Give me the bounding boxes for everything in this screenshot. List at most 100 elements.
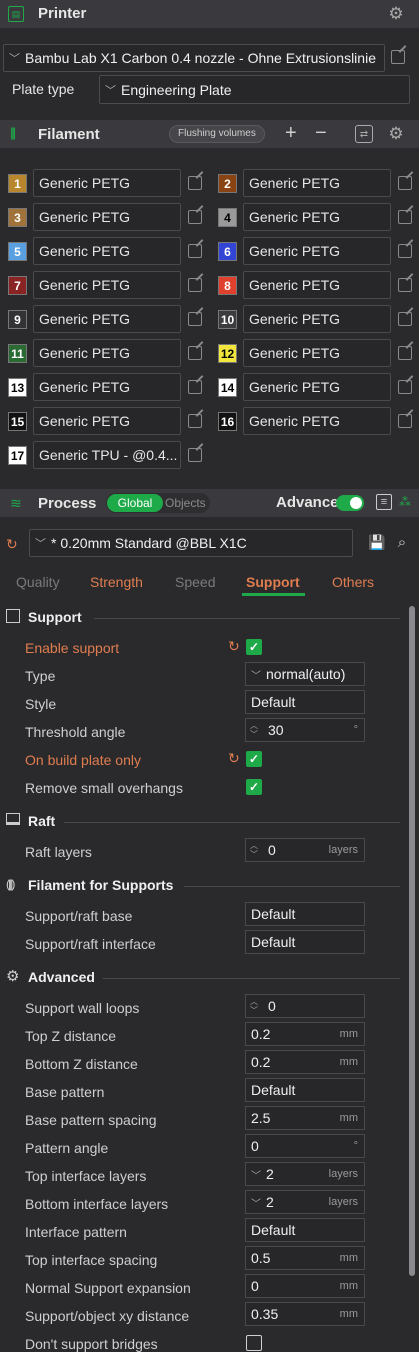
pattern-angle-input[interactable]: 0 ° <box>245 1134 365 1158</box>
enable-support-checkbox[interactable]: ✓ <box>246 639 262 655</box>
filament-slot-number[interactable]: 7 <box>8 276 27 295</box>
stepper-icon[interactable]: ︿ ﹀ <box>250 841 258 859</box>
build-plate-only-checkbox[interactable]: ✓ <box>246 751 262 767</box>
gear-icon[interactable]: ⚙ <box>386 4 406 24</box>
filament-slot-number[interactable]: 9 <box>8 310 27 329</box>
filament-select[interactable]: Generic PETG <box>33 203 181 231</box>
filament-select[interactable]: Generic PETG <box>243 305 391 333</box>
filament-select[interactable]: Generic PETG <box>33 373 181 401</box>
compare-icon[interactable]: ⁂ <box>397 494 413 510</box>
bottom-interface-layers-select[interactable]: ﹀ 2 layers <box>245 1190 365 1214</box>
filament-select[interactable]: Generic PETG <box>33 339 181 367</box>
edit-printer-icon[interactable] <box>391 50 405 64</box>
remove-small-overhangs-checkbox[interactable]: ✓ <box>246 779 262 795</box>
add-filament-button[interactable]: + <box>285 122 297 145</box>
tab-strength[interactable]: Strength <box>90 574 143 590</box>
edit-filament-icon[interactable] <box>188 380 202 394</box>
process-preset-select[interactable]: ﹀ * 0.20mm Standard @BBL X1C <box>29 529 353 557</box>
global-objects-switch[interactable]: Global Objects <box>106 493 210 513</box>
filament-slot-number[interactable]: 11 <box>8 344 27 363</box>
raft-layers-input[interactable]: ︿ ﹀ 0 layers <box>245 838 365 862</box>
edit-filament-icon[interactable] <box>188 312 202 326</box>
style-select[interactable]: Default <box>245 690 365 714</box>
stepper-icon[interactable]: ︿ ﹀ <box>250 997 258 1015</box>
filament-slot-number[interactable]: 17 <box>8 446 27 465</box>
top-interface-layers-select[interactable]: ﹀ 2 layers <box>245 1162 365 1186</box>
tab-quality[interactable]: Quality <box>16 574 60 590</box>
filament-select[interactable]: Generic TPU - @0.4... <box>33 441 181 469</box>
filament-select[interactable]: Generic PETG <box>243 407 391 435</box>
filament-select[interactable]: Generic PETG <box>33 407 181 435</box>
scrollbar-thumb[interactable] <box>409 606 415 1276</box>
filament-select[interactable]: Generic PETG <box>243 373 391 401</box>
tab-others[interactable]: Others <box>332 574 374 590</box>
edit-filament-icon[interactable] <box>398 312 412 326</box>
global-tab[interactable]: Global <box>107 494 163 512</box>
reset-arrow-icon[interactable]: ↻ <box>6 536 18 553</box>
edit-filament-icon[interactable] <box>188 346 202 360</box>
objects-tab[interactable]: Objects <box>165 496 206 510</box>
filament-select[interactable]: Generic PETG <box>243 203 391 231</box>
support-raft-interface-select[interactable]: Default <box>245 930 365 954</box>
search-icon[interactable]: ⌕ <box>393 533 411 551</box>
filament-slot-number[interactable]: 5 <box>8 242 27 261</box>
bottom-z-distance-input[interactable]: 0.2 mm <box>245 1050 365 1074</box>
filament-slot-number[interactable]: 2 <box>218 174 237 193</box>
save-icon[interactable]: 💾 <box>368 533 386 551</box>
plate-type-select[interactable]: ﹀ Engineering Plate <box>99 75 410 104</box>
remove-filament-button[interactable]: − <box>315 122 327 145</box>
filament-slot-number[interactable]: 3 <box>8 208 27 227</box>
type-select[interactable]: ﹀ normal(auto) <box>245 662 365 686</box>
filament-slot-number[interactable]: 4 <box>218 208 237 227</box>
edit-filament-icon[interactable] <box>398 210 412 224</box>
filament-slot-number[interactable]: 16 <box>218 412 237 431</box>
filament-slot-number[interactable]: 13 <box>8 378 27 397</box>
edit-filament-icon[interactable] <box>398 414 412 428</box>
base-pattern-select[interactable]: Default <box>245 1078 365 1102</box>
base-pattern-spacing-input[interactable]: 2.5 mm <box>245 1106 365 1130</box>
edit-filament-icon[interactable] <box>188 278 202 292</box>
edit-filament-icon[interactable] <box>188 244 202 258</box>
top-interface-spacing-input[interactable]: 0.5 mm <box>245 1246 365 1270</box>
edit-filament-icon[interactable] <box>398 278 412 292</box>
printer-preset-select[interactable]: ﹀ Bambu Lab X1 Carbon 0.4 nozzle - Ohne … <box>3 44 385 72</box>
interface-pattern-select[interactable]: Default <box>245 1218 365 1242</box>
filament-select[interactable]: Generic PETG <box>243 237 391 265</box>
filament-slot-number[interactable]: 8 <box>218 276 237 295</box>
sync-ams-icon[interactable]: ⇄ <box>355 125 373 143</box>
threshold-angle-input[interactable]: ︿ ﹀ 30 ° <box>245 718 365 742</box>
reset-arrow-icon[interactable]: ↻ <box>228 638 240 655</box>
tab-support[interactable]: Support <box>246 574 300 590</box>
support-raft-base-select[interactable]: Default <box>245 902 365 926</box>
stepper-icon[interactable]: ︿ ﹀ <box>250 721 258 739</box>
support-object-xy-distance-input[interactable]: 0.35 mm <box>245 1302 365 1326</box>
list-icon[interactable]: ≡ <box>376 494 392 510</box>
top-z-distance-input[interactable]: 0.2 mm <box>245 1022 365 1046</box>
tab-speed[interactable]: Speed <box>175 574 215 590</box>
filament-select[interactable]: Generic PETG <box>243 169 391 197</box>
filament-slot-number[interactable]: 6 <box>218 242 237 261</box>
normal-support-expansion-input[interactable]: 0 mm <box>245 1274 365 1298</box>
flushing-volumes-button[interactable]: Flushing volumes <box>169 125 265 143</box>
edit-filament-icon[interactable] <box>398 244 412 258</box>
filament-select[interactable]: Generic PETG <box>33 169 181 197</box>
filament-slot-number[interactable]: 1 <box>8 174 27 193</box>
edit-filament-icon[interactable] <box>188 210 202 224</box>
filament-slot-number[interactable]: 15 <box>8 412 27 431</box>
edit-filament-icon[interactable] <box>398 176 412 190</box>
gear-icon[interactable]: ⚙ <box>386 124 406 144</box>
filament-select[interactable]: Generic PETG <box>243 271 391 299</box>
filament-select[interactable]: Generic PETG <box>243 339 391 367</box>
filament-select[interactable]: Generic PETG <box>33 305 181 333</box>
scrollbar[interactable] <box>406 600 416 1349</box>
filament-select[interactable]: Generic PETG <box>33 271 181 299</box>
edit-filament-icon[interactable] <box>188 414 202 428</box>
edit-filament-icon[interactable] <box>188 448 202 462</box>
filament-slot-number[interactable]: 14 <box>218 378 237 397</box>
filament-slot-number[interactable]: 10 <box>218 310 237 329</box>
filament-slot-number[interactable]: 12 <box>218 344 237 363</box>
edit-filament-icon[interactable] <box>188 176 202 190</box>
reset-arrow-icon[interactable]: ↻ <box>228 750 240 767</box>
edit-filament-icon[interactable] <box>398 346 412 360</box>
filament-select[interactable]: Generic PETG <box>33 237 181 265</box>
